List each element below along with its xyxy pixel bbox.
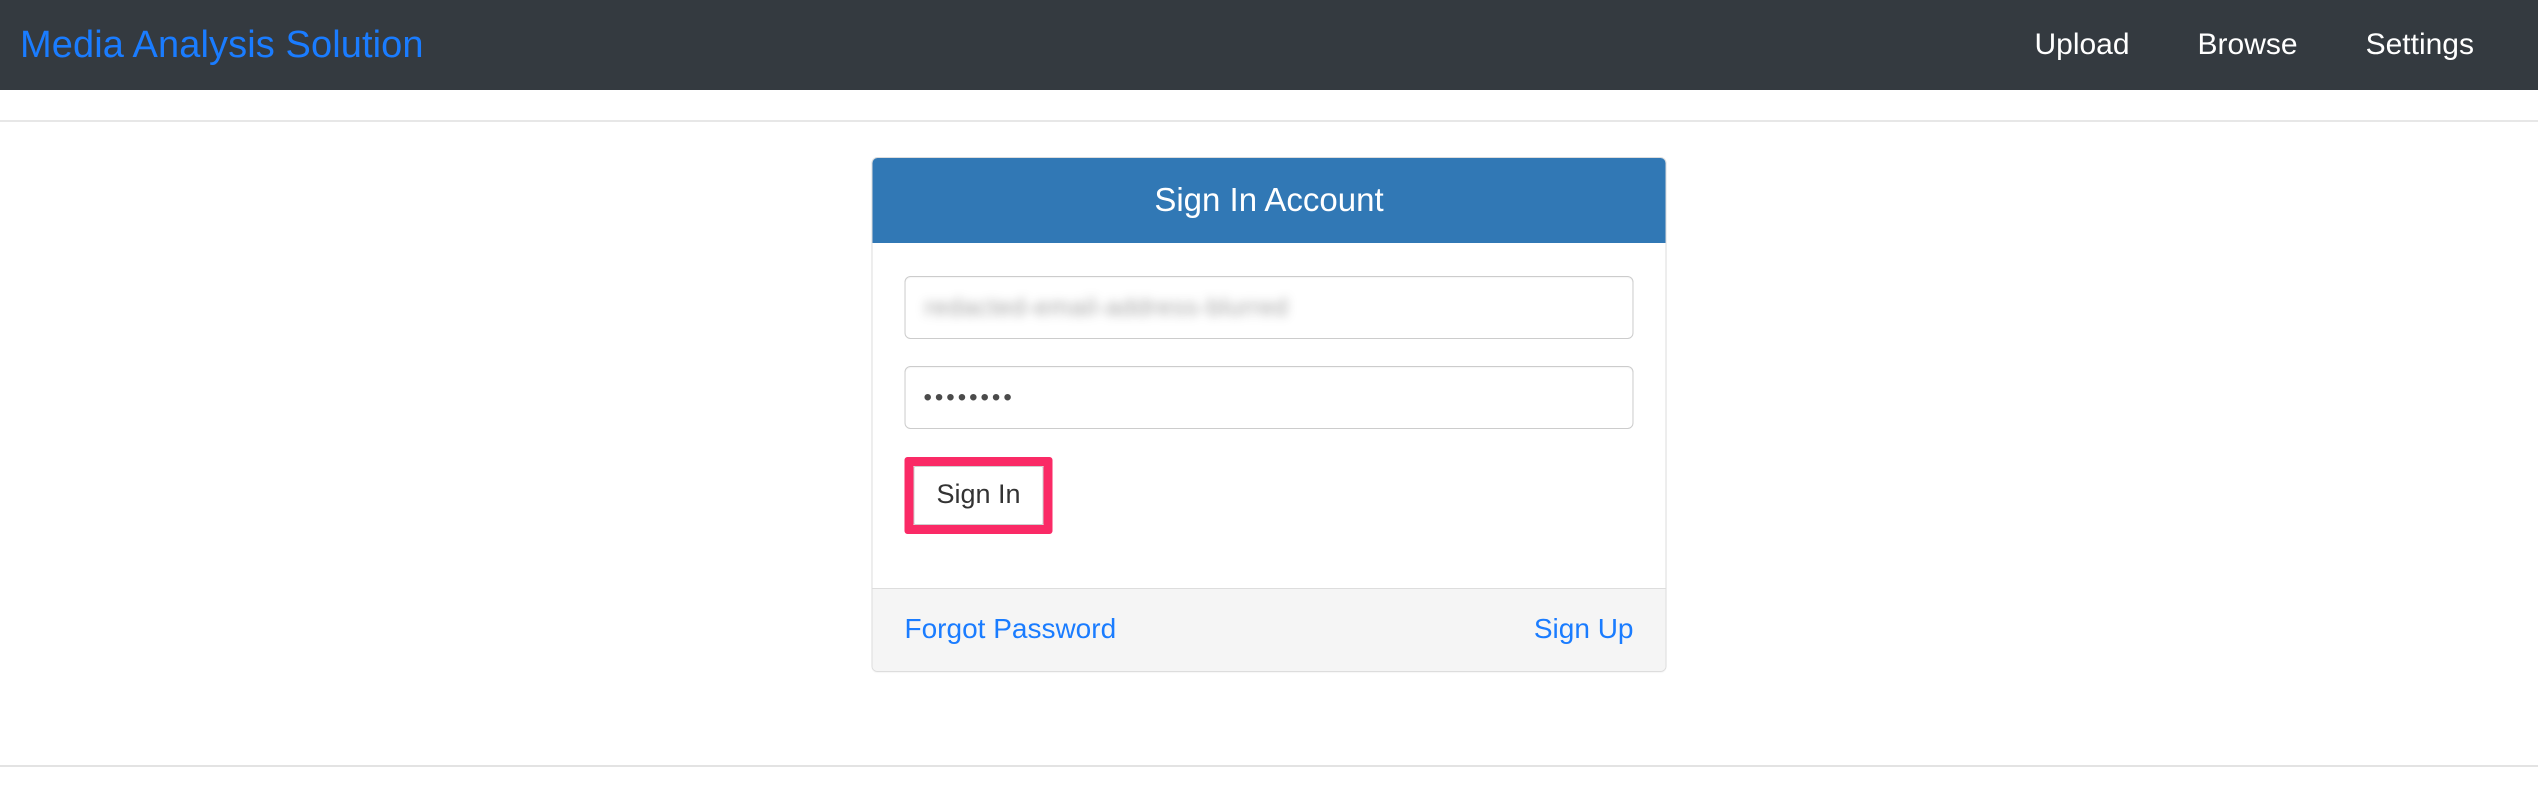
sign-in-button[interactable]: Sign In — [913, 466, 1044, 526]
card-header-title: Sign In Account — [872, 158, 1666, 244]
username-redacted-value: redacted-email-address-blurred — [924, 293, 1289, 322]
password-masked-value: •••••••• — [923, 384, 1015, 412]
brand-logo-link[interactable]: Media Analysis Solution — [10, 26, 424, 64]
username-form-group: redacted-email-address-blurred — [904, 276, 1634, 340]
card-footer: Forgot Password Sign Up — [872, 588, 1666, 672]
top-navbar: Media Analysis Solution Upload Browse Se… — [0, 0, 2538, 90]
username-input[interactable]: redacted-email-address-blurred — [904, 276, 1634, 340]
sign-up-link[interactable]: Sign Up — [1534, 614, 1634, 645]
navbar-links-group: Upload Browse Settings — [2000, 30, 2508, 60]
content-top-divider — [0, 120, 2538, 122]
password-form-group: •••••••• — [904, 366, 1634, 430]
nav-link-settings[interactable]: Settings — [2332, 30, 2508, 60]
nav-link-upload[interactable]: Upload — [2000, 30, 2163, 60]
page-content: Sign In Account redacted-email-address-b… — [0, 90, 2538, 788]
sign-in-form: redacted-email-address-blurred •••••••• … — [872, 243, 1666, 589]
password-input[interactable]: •••••••• — [904, 366, 1634, 430]
sign-in-button-wrapper: Sign In — [904, 457, 1053, 535]
highlight-annotation-box: Sign In — [904, 457, 1053, 535]
content-bottom-divider — [0, 765, 2538, 767]
nav-link-browse[interactable]: Browse — [2164, 30, 2332, 60]
forgot-password-link[interactable]: Forgot Password — [905, 614, 1117, 645]
sign-in-card: Sign In Account redacted-email-address-b… — [871, 157, 1667, 673]
